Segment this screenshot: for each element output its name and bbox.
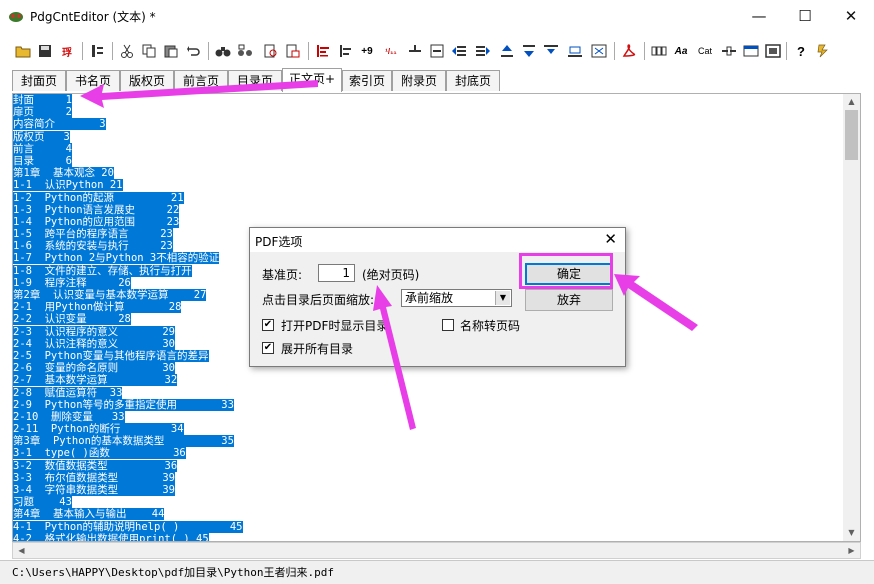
annotation-arrow-ok [614, 274, 698, 331]
annotation-arrows [80, 80, 698, 430]
annotation-arrow-tab [80, 80, 318, 108]
annotation-arrow-checkbox [373, 285, 416, 430]
